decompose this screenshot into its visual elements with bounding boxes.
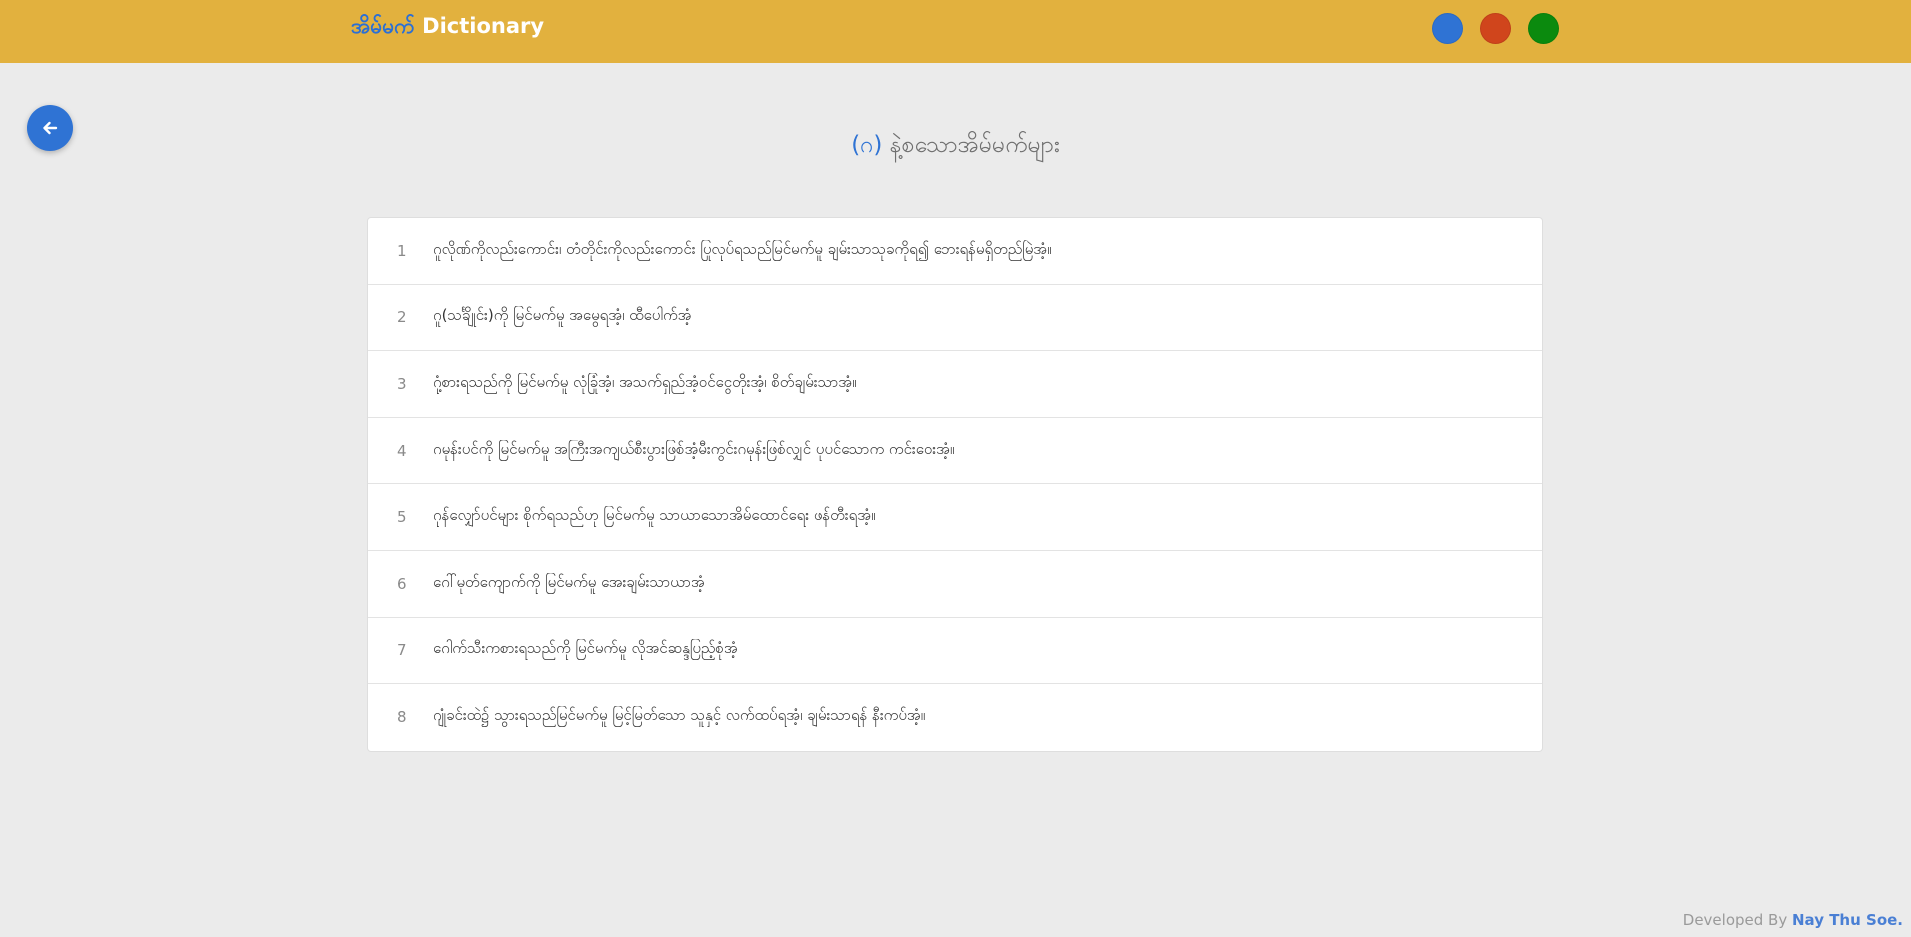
blue-theme-button[interactable] — [1432, 13, 1463, 44]
item-number: 4 — [397, 441, 407, 460]
item-number: 3 — [397, 374, 407, 393]
item-number: 1 — [397, 241, 407, 260]
list-item[interactable]: 8 ဂျုံခင်းထဲ၌ သွားရသည်မြင်မက်မူ မြင့်မြတ… — [368, 684, 1542, 751]
footer-credit: Developed By Nay Thu Soe. — [1683, 911, 1903, 929]
navbar: အိမ်မက် Dictionary — [0, 0, 1911, 63]
item-number: 8 — [397, 708, 407, 727]
item-text: ဂေါ်မုတ်ကျောက်ကို မြင်မက်မူ အေးချမ်းသာယာ… — [433, 572, 705, 591]
list-item[interactable]: 3 ဂုံ့စားရသည်ကို မြင်မက်မူ လုံခြုံအံ့၊ အ… — [368, 351, 1542, 418]
item-text: ဂုန်လျှော်ပင်များ စိုက်ရသည်ဟု မြင်မက်မူ … — [433, 506, 876, 525]
brand-logo[interactable]: အိမ်မက် Dictionary — [351, 13, 544, 44]
brand-en: Dictionary — [414, 14, 545, 38]
title-text: နဲ့စသောအိမ်မက်များ — [882, 132, 1060, 158]
green-theme-button[interactable] — [1528, 13, 1559, 44]
dream-list: 1 ဂူလိုဏ်ကိုလည်းကောင်း၊ တံတိုင်းကိုလည်းက… — [367, 217, 1543, 752]
item-number: 6 — [397, 574, 407, 593]
item-text: ဂူ(သင်္ချိုင်း)ကို မြင်မက်မူ အမွေရအံ့၊ ထ… — [433, 306, 692, 325]
item-number: 5 — [397, 508, 407, 527]
item-number: 7 — [397, 641, 407, 660]
item-number: 2 — [397, 308, 407, 327]
title-number: (ဂ) — [851, 132, 883, 158]
list-item[interactable]: 6 ဂေါ်မုတ်ကျောက်ကို မြင်မက်မူ အေးချမ်းသာ… — [368, 551, 1542, 618]
item-text: ဂျုံခင်းထဲ၌ သွားရသည်မြင်မက်မူ မြင့်မြတ်သ… — [433, 706, 926, 725]
footer-prefix: Developed By — [1682, 911, 1792, 929]
developer-link[interactable]: Nay Thu Soe. — [1792, 911, 1903, 929]
item-text: ဂုံ့စားရသည်ကို မြင်မက်မူ လုံခြုံအံ့၊ အသက… — [433, 372, 857, 391]
item-text: ဂူလိုဏ်ကိုလည်းကောင်း၊ တံတိုင်းကိုလည်းကော… — [433, 239, 1052, 258]
orange-theme-button[interactable] — [1480, 13, 1511, 44]
list-item[interactable]: 5 ဂုန်လျှော်ပင်များ စိုက်ရသည်ဟု မြင်မက်မ… — [368, 484, 1542, 551]
list-item[interactable]: 1 ဂူလိုဏ်ကိုလည်းကောင်း၊ တံတိုင်းကိုလည်းက… — [368, 218, 1542, 285]
page-title: (ဂ) နဲ့စသောအိမ်မက်များ — [0, 130, 1911, 164]
list-item[interactable]: 7 ဂေါက်သီးကစားရသည်ကို မြင်မက်မူ လိုအင်ဆန… — [368, 618, 1542, 685]
item-text: ဂေါက်သီးကစားရသည်ကို မြင်မက်မူ လိုအင်ဆန္ဒ… — [433, 639, 738, 658]
list-item[interactable]: 4 ဂမုန်းပင်ကို မြင်မက်မူ အကြီးအကျယ်စီးပွ… — [368, 418, 1542, 485]
item-text: ဂမုန်းပင်ကို မြင်မက်မူ အကြီးအကျယ်စီးပွား… — [433, 439, 955, 458]
list-item[interactable]: 2 ဂူ(သင်္ချိုင်း)ကို မြင်မက်မူ အမွေရအံ့၊… — [368, 285, 1542, 352]
brand-mm: အိမ်မက် — [351, 14, 415, 38]
